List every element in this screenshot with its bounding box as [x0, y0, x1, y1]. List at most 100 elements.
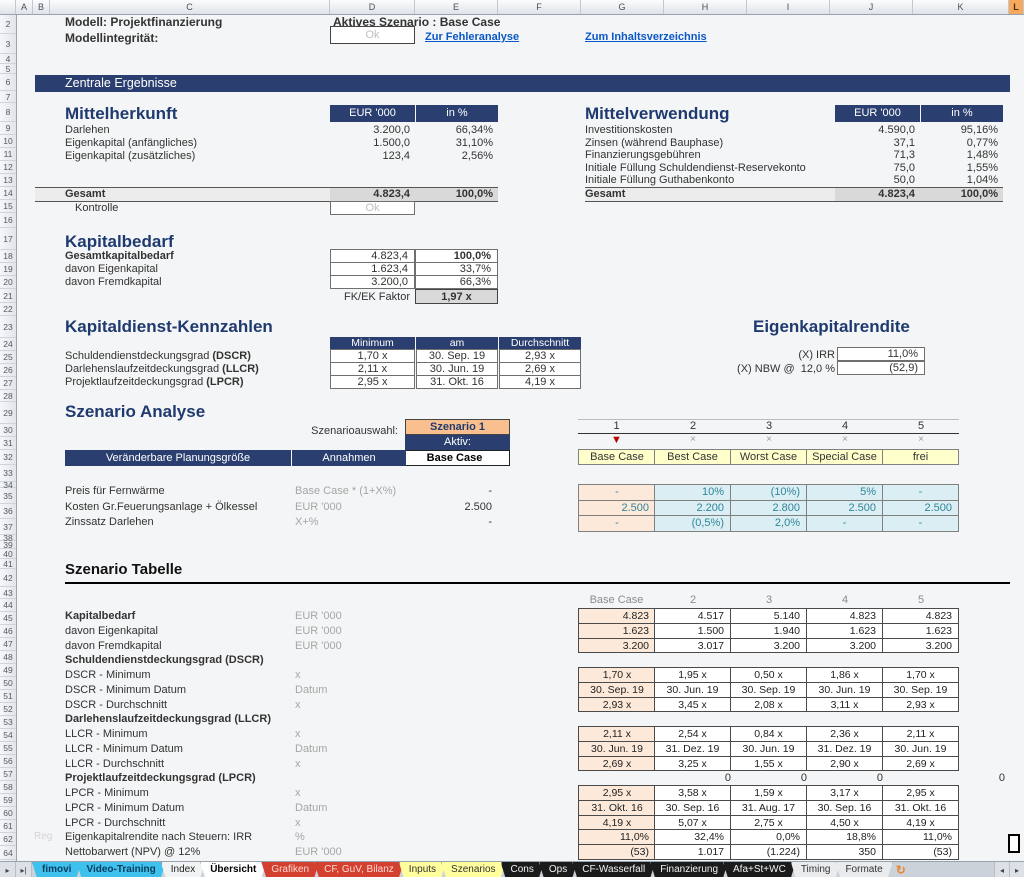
row-header-20[interactable]: 20: [0, 276, 16, 289]
row-header-44[interactable]: 44: [0, 599, 16, 612]
row-header-29[interactable]: 29: [0, 402, 16, 424]
row-header-19[interactable]: 19: [0, 263, 16, 276]
sheet-tab-szenarios[interactable]: Szenarios: [441, 862, 505, 877]
row-header-27[interactable]: 27: [0, 377, 16, 390]
row-header-32[interactable]: 32: [0, 450, 16, 465]
row-header-10[interactable]: 10: [0, 135, 16, 148]
scenario-select-dropdown[interactable]: Szenario 1: [405, 419, 510, 435]
sa-grid-input-cell[interactable]: 2.500: [882, 500, 959, 517]
row-header-56[interactable]: 56: [0, 755, 16, 768]
row-header-30[interactable]: 30: [0, 424, 16, 437]
column-header-J[interactable]: J: [830, 0, 913, 14]
row-header-43[interactable]: 43: [0, 587, 16, 599]
row-header-8[interactable]: 8: [0, 103, 16, 122]
row-header-59[interactable]: 59: [0, 794, 16, 807]
column-header-K[interactable]: K: [913, 0, 1009, 14]
row-header-53[interactable]: 53: [0, 716, 16, 729]
row-header-61[interactable]: 61: [0, 820, 16, 833]
row-header-40[interactable]: 40: [0, 549, 16, 559]
row-header-46[interactable]: 46: [0, 625, 16, 638]
scenario-name-cell[interactable]: frei: [882, 449, 959, 465]
row-header-15[interactable]: 15: [0, 200, 16, 213]
row-header-12[interactable]: 12: [0, 161, 16, 174]
sa-grid-input-cell[interactable]: 10%: [654, 484, 731, 501]
sa-grid-input-cell[interactable]: -: [882, 484, 959, 501]
row-header-57[interactable]: 57: [0, 768, 16, 781]
column-header-C[interactable]: C: [50, 0, 330, 14]
sa-grid-input-cell[interactable]: -: [806, 515, 883, 532]
row-header-4[interactable]: 4: [0, 54, 16, 64]
row-header-62[interactable]: 62: [0, 833, 16, 846]
error-analysis-link[interactable]: Zur Fehleranalyse: [425, 31, 519, 43]
tab-nav-next-icon[interactable]: ▸: [0, 862, 16, 877]
row-header-49[interactable]: 49: [0, 664, 16, 677]
column-header-D[interactable]: D: [330, 0, 415, 14]
sheet-tab-finanzierung[interactable]: Finanzierung: [650, 862, 728, 877]
sheet-tab-cf-guv-bilanz[interactable]: CF, GuV, Bilanz: [314, 862, 404, 877]
row-header-2[interactable]: 2: [0, 14, 16, 34]
sheet-tab-index[interactable]: Index: [161, 862, 205, 877]
sa-grid-input-cell[interactable]: (10%): [730, 484, 807, 501]
tab-nav-last-icon[interactable]: ▸|: [16, 862, 32, 877]
hscroll-left-icon[interactable]: ◂: [994, 862, 1009, 877]
sheet-tab-cons[interactable]: Cons: [501, 862, 544, 877]
row-header-25[interactable]: 25: [0, 351, 16, 364]
scenario-name-cell[interactable]: Base Case: [578, 449, 656, 465]
row-header-18[interactable]: 18: [0, 250, 16, 263]
row-header-48[interactable]: 48: [0, 651, 16, 664]
sheet-tab--bersicht[interactable]: Übersicht: [200, 862, 266, 877]
column-header-B[interactable]: B: [33, 0, 50, 14]
hscroll-right-icon[interactable]: ▸: [1009, 862, 1024, 877]
row-header-24[interactable]: 24: [0, 338, 16, 351]
row-header-36[interactable]: 36: [0, 504, 16, 519]
row-header-7[interactable]: 7: [0, 91, 16, 103]
row-header-11[interactable]: 11: [0, 148, 16, 161]
column-header-L[interactable]: L: [1009, 0, 1024, 14]
row-header-22[interactable]: 22: [0, 303, 16, 316]
row-header-50[interactable]: 50: [0, 677, 16, 690]
row-header-55[interactable]: 55: [0, 742, 16, 755]
sa-grid-input-cell[interactable]: 2.200: [654, 500, 731, 517]
column-header-G[interactable]: G: [581, 0, 664, 14]
sheet-tab-grafiken[interactable]: Grafiken: [261, 862, 319, 877]
sa-grid-input-cell[interactable]: (0,5%): [654, 515, 731, 532]
sheet-tab-fimovi[interactable]: fimovi: [32, 862, 81, 877]
sheet-tab-cf-wasserfall[interactable]: CF-Wasserfall: [572, 862, 655, 877]
sa-grid-input-cell[interactable]: -: [882, 515, 959, 532]
sheet-tab-video-training[interactable]: Video-Training: [76, 862, 165, 877]
column-header-corner[interactable]: [0, 0, 16, 14]
row-header-51[interactable]: 51: [0, 690, 16, 703]
scenario-name-cell[interactable]: Best Case: [654, 449, 731, 465]
sa-grid-input-cell[interactable]: 2.500: [806, 500, 883, 517]
sheet-tab-formate[interactable]: Formate: [835, 862, 892, 877]
row-header-16[interactable]: 16: [0, 213, 16, 228]
row-header-21[interactable]: 21: [0, 289, 16, 303]
row-header-26[interactable]: 26: [0, 364, 16, 377]
row-header-5[interactable]: 5: [0, 64, 16, 74]
column-header-A[interactable]: A: [16, 0, 33, 14]
row-header-45[interactable]: 45: [0, 612, 16, 625]
row-header-58[interactable]: 58: [0, 781, 16, 794]
toc-link[interactable]: Zum Inhaltsverzeichnis: [585, 31, 707, 43]
sa-grid-input-cell[interactable]: 5%: [806, 484, 883, 501]
row-header-42[interactable]: 42: [0, 569, 16, 587]
sheet-tab-afa-st-wc[interactable]: Afa+St+WC: [723, 862, 796, 877]
row-header-54[interactable]: 54: [0, 729, 16, 742]
sa-grid-input-cell[interactable]: 2,0%: [730, 515, 807, 532]
row-header-41[interactable]: 41: [0, 559, 16, 569]
row-header-17[interactable]: 17: [0, 228, 16, 250]
row-header-6[interactable]: 6: [0, 74, 16, 91]
row-header-31[interactable]: 31: [0, 437, 16, 450]
row-header-47[interactable]: 47: [0, 638, 16, 651]
row-header-52[interactable]: 52: [0, 703, 16, 716]
scenario-name-cell[interactable]: Special Case: [806, 449, 883, 465]
sheet-tab-inputs[interactable]: Inputs: [399, 862, 446, 877]
column-header-E[interactable]: E: [415, 0, 498, 14]
row-header-28[interactable]: 28: [0, 390, 16, 402]
row-header-9[interactable]: 9: [0, 122, 16, 135]
row-header-64[interactable]: 64: [0, 846, 16, 860]
sa-grid-input-cell[interactable]: 2.800: [730, 500, 807, 517]
row-header-14[interactable]: 14: [0, 187, 16, 200]
row-header-3[interactable]: 3: [0, 34, 16, 54]
column-header-H[interactable]: H: [664, 0, 747, 14]
